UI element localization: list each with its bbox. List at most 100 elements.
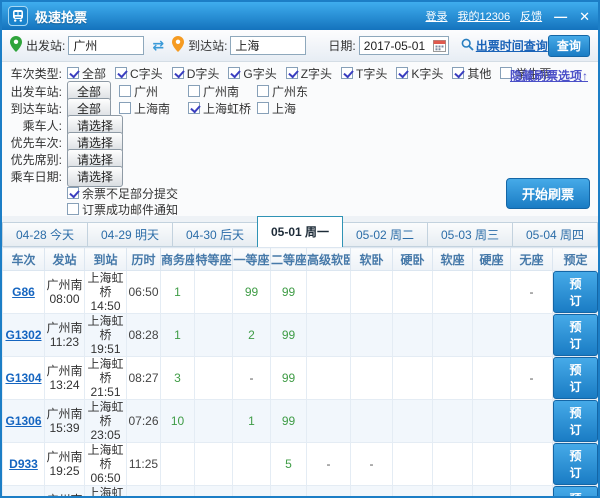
close-button[interactable]: ✕ [579,10,590,23]
checkbox-全部[interactable]: 全部 [67,65,106,82]
checkbox-D字头[interactable]: D字头 [172,65,220,82]
tab-05-02 周二[interactable]: 05-02 周二 [342,222,428,247]
hide-options-link[interactable]: 隐藏刷票选项↑ [510,67,588,84]
column-header-预定: 预定 [553,248,599,271]
tab-05-04 周四[interactable]: 05-04 周四 [512,222,598,247]
swap-stations-icon[interactable]: ⇄ [152,37,164,54]
app-window: 极速抢票 登录我的12306反馈 — ✕ 出发站: ⇄ 到达站: 日期: 出票时… [0,0,600,498]
checkbox-C字头[interactable]: C字头 [115,65,163,82]
priority-seat-label: 优先席别: [4,151,62,168]
seat-cell [393,400,433,443]
checkbox-box-icon [341,67,353,79]
column-header-软座: 软座 [433,248,473,271]
checkbox-上海南[interactable]: 上海南 [119,100,188,117]
column-header-历时: 历时 [127,248,161,271]
tab-05-03 周三[interactable]: 05-03 周三 [427,222,513,247]
from-station-label: 出发站: [26,37,65,54]
train-number-link[interactable]: G1306 [5,414,41,428]
checkbox-上海虹桥[interactable]: 上海虹桥 [188,100,257,117]
checkbox-box-icon [257,85,269,97]
column-header-商务座: 商务座 [161,248,195,271]
minimize-button[interactable]: — [554,10,567,23]
checkbox-Z字头[interactable]: Z字头 [286,65,332,82]
calendar-icon[interactable] [433,39,446,52]
checkbox-label: 余票不足部分提交 [82,185,178,202]
checkbox-label: K字头 [411,65,443,82]
checkbox-label: 上海 [272,100,296,117]
seat-cell [511,443,553,486]
checkbox-广州东[interactable]: 广州东 [257,83,326,100]
train-type-group: 全部C字头D字头G字头Z字头T字头K字头其他学生票 [67,65,560,83]
checkbox-label: D字头 [187,65,220,82]
book-button[interactable]: 预订 [553,357,598,399]
checkbox-广州南[interactable]: 广州南 [188,83,257,100]
column-header-软卧: 软卧 [351,248,393,271]
train-number-link[interactable]: G1302 [5,328,41,342]
book-button[interactable]: 预订 [553,314,598,356]
from-station: 广州南 [45,407,84,421]
seat-cell [473,357,511,400]
from-time: 19:25 [45,464,84,478]
seat-cell: 1 [161,314,195,357]
seat-cell [511,314,553,357]
column-header-无座: 无座 [511,248,553,271]
seat-cell: 99 [271,400,307,443]
column-header-硬卧: 硬卧 [393,248,433,271]
start-grab-button[interactable]: 开始刷票 [506,178,590,209]
train-number-link[interactable]: G86 [12,285,35,299]
checkbox-box-icon [257,102,269,114]
book-button[interactable]: 预订 [553,486,598,498]
passenger-label: 乘车人: [4,117,62,134]
seat-cell: 3 [161,357,195,400]
tab-05-01 周一[interactable]: 05-01 周一 [257,216,343,247]
seat-cell [351,357,393,400]
seat-cell: 99 [233,271,271,314]
seat-cell [195,400,233,443]
checkbox-上海[interactable]: 上海 [257,100,326,117]
seat-cell [307,400,351,443]
ticket-time-query-link[interactable]: 出票时间查询 [476,37,548,54]
titlebar-link-我的12306[interactable]: 我的12306 [458,11,511,23]
checkbox-余票不足部分提交[interactable]: 余票不足部分提交 [67,185,178,202]
book-button[interactable]: 预订 [553,443,598,485]
checkbox-G字头[interactable]: G字头 [228,65,276,82]
from-station-input[interactable] [68,36,144,55]
seat-cell [511,486,553,498]
checkbox-订票成功邮件通知[interactable]: 订票成功邮件通知 [67,201,178,218]
checkbox-box-icon [119,102,131,114]
table-header-row: 车次发站到站历时商务座特等座一等座二等座高级软卧软卧硬卧软座硬座无座预定 [3,248,599,271]
column-header-到站: 到站 [85,248,127,271]
seat-cell [351,314,393,357]
search-icon [461,38,474,54]
table-body: G86广州南08:00上海虹桥14:5006:5019999-预订G1302广州… [3,271,599,498]
to-time: 23:05 [85,428,126,442]
seat-cell [473,400,511,443]
titlebar-link-登录[interactable]: 登录 [426,11,448,23]
checkbox-广州[interactable]: 广州 [119,83,188,100]
to-station-input[interactable] [230,36,306,55]
tab-04-28 今天[interactable]: 04-28 今天 [2,222,88,247]
seat-cell [393,271,433,314]
train-number-link[interactable]: G1304 [5,371,41,385]
tab-04-30 后天[interactable]: 04-30 后天 [172,222,258,247]
seat-cell: 99 [271,271,307,314]
app-title: 极速抢票 [35,7,416,26]
seat-cell [433,357,473,400]
seat-cell [393,314,433,357]
train-number-link[interactable]: D933 [9,457,38,471]
seat-cell [195,357,233,400]
checkbox-其他[interactable]: 其他 [452,65,491,82]
seat-cell [351,400,393,443]
titlebar-links: 登录我的12306 反馈 [416,7,543,25]
checkbox-K字头[interactable]: K字头 [396,65,443,82]
checkbox-T字头[interactable]: T字头 [341,65,387,82]
book-button[interactable]: 预订 [553,271,598,313]
to-station: 上海虹桥 [85,357,126,385]
titlebar-link-反馈[interactable]: 反馈 [520,11,542,23]
seat-cell [433,486,473,498]
tab-04-29 明天[interactable]: 04-29 明天 [87,222,173,247]
from-time: 11:23 [45,335,84,349]
seat-cell: - [511,357,553,400]
query-button[interactable]: 查询 [548,35,590,57]
book-button[interactable]: 预订 [553,400,598,442]
